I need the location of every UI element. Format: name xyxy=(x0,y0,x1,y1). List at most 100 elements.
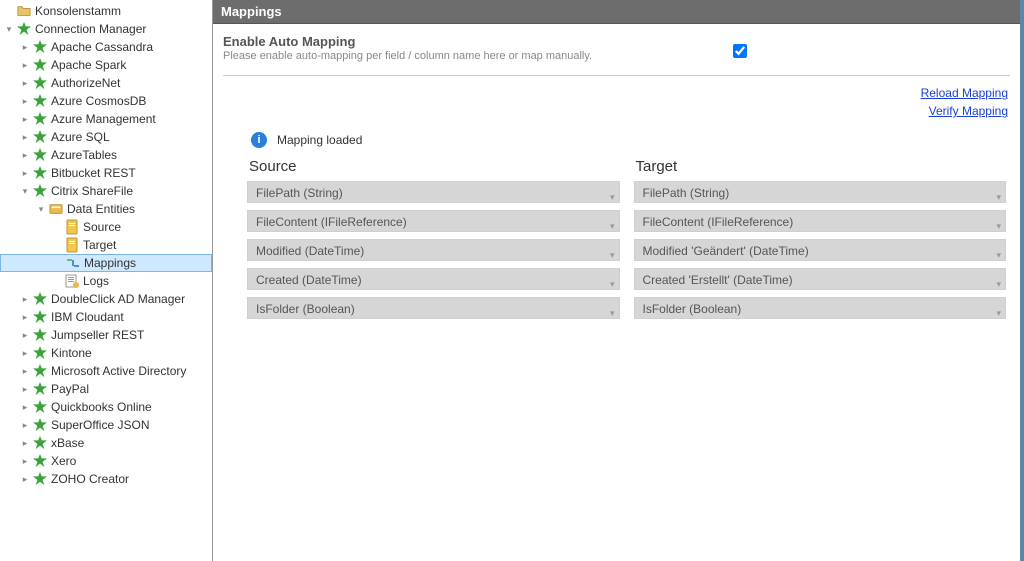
chevron-down-icon[interactable]: ▾ xyxy=(996,302,1001,324)
tree-label: Quickbooks Online xyxy=(50,400,152,414)
tree-item[interactable]: ▸Kintone xyxy=(0,344,212,362)
chevron-right-icon[interactable]: ▸ xyxy=(18,349,32,358)
mapping-field[interactable]: FilePath (String)▾ xyxy=(247,181,620,203)
tree-item-target[interactable]: ▸Target xyxy=(0,236,212,254)
chevron-right-icon[interactable]: ▸ xyxy=(18,115,32,124)
action-links: Reload Mapping Verify Mapping xyxy=(223,76,1010,126)
mapping-field[interactable]: Created (DateTime)▾ xyxy=(247,268,620,290)
reload-mapping-link[interactable]: Reload Mapping xyxy=(223,86,1008,100)
mapping-field[interactable]: Created 'Erstellt' (DateTime)▾ xyxy=(634,268,1007,290)
chevron-right-icon[interactable]: ▸ xyxy=(18,367,32,376)
field-label: FileContent (IFileReference) xyxy=(643,215,794,229)
tree-item[interactable]: ▸Apache Cassandra xyxy=(0,38,212,56)
starburst-icon xyxy=(32,363,48,379)
chevron-down-icon[interactable]: ▾ xyxy=(610,215,615,237)
tree-root-label: Konsolenstamm xyxy=(34,4,121,18)
mapping-field[interactable]: FilePath (String)▾ xyxy=(634,181,1007,203)
tree-item[interactable]: ▸ Quickbooks Online xyxy=(0,398,212,416)
mapping-field[interactable]: Modified 'Geändert' (DateTime)▾ xyxy=(634,239,1007,261)
tree-label: Citrix ShareFile xyxy=(50,184,133,198)
tree-item[interactable]: ▸AzureTables xyxy=(0,146,212,164)
starburst-icon xyxy=(32,453,48,469)
tree-item[interactable]: ▸xBase xyxy=(0,434,212,452)
mapping-field[interactable]: FileContent (IFileReference)▾ xyxy=(634,210,1007,232)
starburst-icon xyxy=(32,435,48,451)
mapping-field[interactable]: FileContent (IFileReference)▾ xyxy=(247,210,620,232)
tree-item[interactable]: ▸Azure Management xyxy=(0,110,212,128)
field-label: Modified (DateTime) xyxy=(256,244,364,258)
chevron-down-icon[interactable]: ▾ xyxy=(610,302,615,324)
chevron-down-icon[interactable]: ▾ xyxy=(610,244,615,266)
tree-label: IBM Cloudant xyxy=(50,310,124,324)
chevron-right-icon[interactable]: ▸ xyxy=(18,133,32,142)
tree-item[interactable]: ▸ IBM Cloudant xyxy=(0,308,212,326)
tree-connection-manager[interactable]: ▾ Connection Manager xyxy=(0,20,212,38)
field-label: FileContent (IFileReference) xyxy=(256,215,407,229)
tree-item-citrix-sharefile[interactable]: ▾ Citrix ShareFile xyxy=(0,182,212,200)
section-desc: Please enable auto-mapping per field / c… xyxy=(223,49,643,63)
tree-root[interactable]: ▸ Konsolenstamm xyxy=(0,2,212,20)
tree-item[interactable]: ▸Bitbucket REST xyxy=(0,164,212,182)
chevron-down-icon[interactable]: ▾ xyxy=(996,273,1001,295)
folder-icon xyxy=(16,3,32,19)
mapping-field[interactable]: IsFolder (Boolean)▾ xyxy=(247,297,620,319)
chevron-right-icon[interactable]: ▸ xyxy=(18,331,32,340)
chevron-right-icon[interactable]: ▸ xyxy=(18,475,32,484)
chevron-down-icon[interactable]: ▾ xyxy=(610,273,615,295)
field-label: Created (DateTime) xyxy=(256,273,362,287)
tree-item-logs[interactable]: ▸Logs xyxy=(0,272,212,290)
tree-label: Apache Spark xyxy=(50,58,126,72)
tree-item[interactable]: ▸Azure CosmosDB xyxy=(0,92,212,110)
tree-label: PayPal xyxy=(50,382,89,396)
chevron-down-icon[interactable]: ▾ xyxy=(18,187,32,196)
field-label: IsFolder (Boolean) xyxy=(256,302,355,316)
chevron-right-icon[interactable]: ▸ xyxy=(18,457,32,466)
starburst-icon xyxy=(32,183,48,199)
mapping-field[interactable]: Modified (DateTime)▾ xyxy=(247,239,620,261)
tree-item-mappings[interactable]: ▸Mappings xyxy=(0,254,212,272)
chevron-right-icon[interactable]: ▸ xyxy=(18,295,32,304)
chevron-down-icon[interactable]: ▾ xyxy=(2,25,16,34)
tree-item[interactable]: ▸AuthorizeNet xyxy=(0,74,212,92)
chevron-right-icon[interactable]: ▸ xyxy=(18,421,32,430)
chevron-down-icon[interactable]: ▾ xyxy=(610,186,615,208)
chevron-right-icon[interactable]: ▸ xyxy=(18,151,32,160)
chevron-right-icon[interactable]: ▸ xyxy=(18,169,32,178)
mapping-icon xyxy=(65,255,81,271)
chevron-right-icon[interactable]: ▸ xyxy=(18,43,32,52)
tree-item[interactable]: ▸SuperOffice JSON xyxy=(0,416,212,434)
tree-item[interactable]: ▸Microsoft Active Directory xyxy=(0,362,212,380)
starburst-icon xyxy=(32,57,48,73)
auto-mapping-checkbox[interactable] xyxy=(733,44,747,58)
tree-label: Logs xyxy=(82,274,109,288)
chevron-down-icon[interactable]: ▾ xyxy=(996,244,1001,266)
chevron-right-icon[interactable]: ▸ xyxy=(18,313,32,322)
tree-item-data-entities[interactable]: ▾ Data Entities xyxy=(0,200,212,218)
tree-item[interactable]: ▸ZOHO Creator xyxy=(0,470,212,488)
tree-item-source[interactable]: ▸Source xyxy=(0,218,212,236)
chevron-down-icon[interactable]: ▾ xyxy=(34,205,48,214)
starburst-icon xyxy=(32,39,48,55)
mapping-field[interactable]: IsFolder (Boolean)▾ xyxy=(634,297,1007,319)
tree-item[interactable]: ▸ Jumpseller REST xyxy=(0,326,212,344)
chevron-right-icon[interactable]: ▸ xyxy=(18,385,32,394)
tree-item[interactable]: ▸DoubleClick AD Manager xyxy=(0,290,212,308)
field-label: FilePath (String) xyxy=(256,186,343,200)
tree-item[interactable]: ▸ Xero xyxy=(0,452,212,470)
verify-mapping-link[interactable]: Verify Mapping xyxy=(223,104,1008,118)
chevron-right-icon[interactable]: ▸ xyxy=(18,79,32,88)
chevron-right-icon[interactable]: ▸ xyxy=(18,61,32,70)
chevron-right-icon[interactable]: ▸ xyxy=(18,439,32,448)
chevron-right-icon[interactable]: ▸ xyxy=(18,97,32,106)
tree-item[interactable]: ▸Azure SQL xyxy=(0,128,212,146)
tree-label: Jumpseller REST xyxy=(50,328,144,342)
tree-item[interactable]: ▸ Apache Spark xyxy=(0,56,212,74)
tree-label: Xero xyxy=(50,454,76,468)
chevron-down-icon[interactable]: ▾ xyxy=(996,186,1001,208)
chevron-down-icon[interactable]: ▾ xyxy=(996,215,1001,237)
info-icon: i xyxy=(251,132,267,148)
section-title: Enable Auto Mapping xyxy=(223,34,643,49)
chevron-right-icon[interactable]: ▸ xyxy=(18,403,32,412)
tree-item[interactable]: ▸ PayPal xyxy=(0,380,212,398)
mappings-panel: Mappings Enable Auto Mapping Please enab… xyxy=(212,0,1024,561)
